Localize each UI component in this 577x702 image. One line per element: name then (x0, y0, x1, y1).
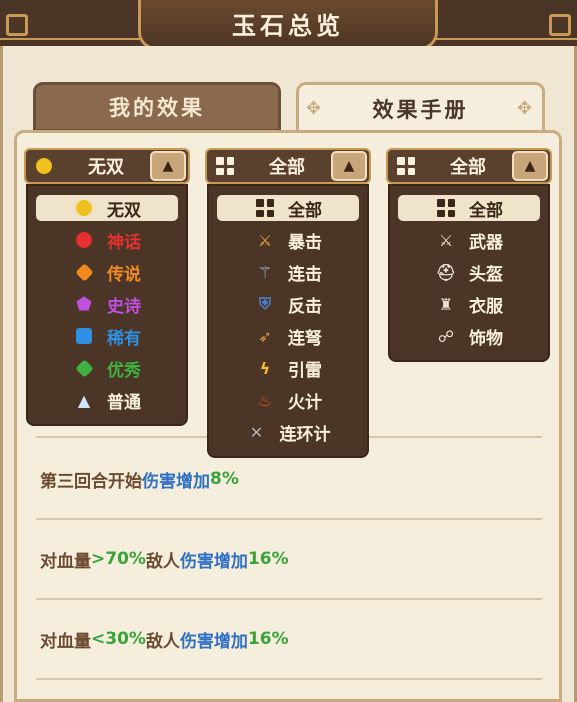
effect-text: 伤害增加 (179, 631, 248, 652)
option-label: 连弩 (288, 328, 322, 349)
option-label: 反击 (288, 296, 322, 317)
option-label: 暴击 (288, 232, 322, 253)
effect-value: >70% (91, 549, 146, 569)
armor-icon: ♜ (438, 294, 454, 314)
equipment-option[interactable]: ☍ 饰物 (398, 320, 540, 352)
rarity-option[interactable]: 传说 (36, 256, 178, 288)
effect-value: <30% (91, 629, 146, 649)
option-label: 连环计 (279, 424, 331, 445)
effect-type-dropdown-label: 全部 (269, 157, 305, 178)
effect-row: 对血量 <30% 敌人 伤害增加 16% (36, 600, 542, 680)
effect-text: 敌人 (145, 631, 180, 652)
equipment-option[interactable]: ♜ 衣服 (398, 288, 540, 320)
equipment-option[interactable]: 全部 (398, 195, 540, 221)
combo-icon: ⚚ (257, 262, 273, 282)
rarity-dropdown-label: 无双 (88, 157, 124, 178)
purple-gem-icon: ⬟ (76, 293, 92, 315)
counter-icon: ⛨ (258, 294, 271, 313)
sword-icon: ⚔ (438, 230, 454, 250)
effect-row: 对血量 >70% 敌人 伤害增加 16% (36, 520, 542, 600)
lightning-icon: ϟ (259, 358, 271, 378)
knot-ornament-icon: ✥ (516, 98, 536, 119)
chevron-up-icon[interactable]: ▲ (331, 151, 367, 181)
equipment-option[interactable]: ⛑ 头盔 (398, 256, 540, 288)
effect-text: 敌人 (145, 551, 180, 572)
effect-type-dropdown[interactable]: 全部 ▲ (205, 148, 371, 184)
chain-icon: ✕ (249, 422, 264, 442)
rarity-option[interactable]: 优秀 (36, 352, 178, 384)
blue-gem-icon (73, 325, 95, 347)
option-label: 优秀 (107, 360, 141, 381)
option-label: 稀有 (107, 328, 141, 349)
option-label: 连击 (288, 264, 322, 285)
effect-text: 伤害增加 (142, 471, 210, 492)
red-gem-icon (73, 229, 95, 251)
fire-icon: ♨ (257, 390, 273, 410)
rarity-option[interactable]: 神话 (36, 224, 178, 256)
rarity-menu: 无双 神话 传说 ⬟ 史诗 稀有 优秀 ▲ 普通 (26, 184, 188, 426)
yellow-gem-icon (73, 197, 95, 219)
effect-type-option[interactable]: ⚚ 连击 (217, 256, 359, 288)
orange-gem-icon (73, 261, 95, 283)
equipment-dropdown-label: 全部 (450, 157, 486, 178)
effect-text: 对血量 (40, 551, 91, 572)
effect-type-option[interactable]: ♨ 火计 (217, 384, 359, 416)
helmet-icon: ⛑ (435, 262, 457, 282)
grid-icon (435, 197, 457, 219)
grid-icon (254, 197, 276, 219)
effect-value: 8% (210, 469, 239, 489)
effect-type-option[interactable]: ϟ 引雷 (217, 352, 359, 384)
effect-type-option[interactable]: ➶ 连弩 (217, 320, 359, 352)
white-gem-icon: ▲ (77, 390, 91, 410)
corner-ornament-left (6, 14, 28, 36)
option-label: 饰物 (469, 328, 503, 349)
equipment-option[interactable]: ⚔ 武器 (398, 224, 540, 256)
option-label: 头盔 (469, 264, 503, 285)
equipment-dropdown[interactable]: 全部 ▲ (386, 148, 552, 184)
effect-text: 对血量 (40, 631, 91, 652)
option-label: 全部 (288, 200, 322, 221)
equipment-menu: 全部 ⚔ 武器 ⛑ 头盔 ♜ 衣服 ☍ 饰物 (388, 184, 550, 362)
effect-value: 16% (247, 549, 289, 569)
page-title: 玉石总览 (138, 0, 438, 50)
grid-icon (388, 151, 424, 181)
effect-type-menu: 全部 ⚔ 暴击 ⚚ 连击 ⛨ 反击 ➶ 连弩 ϟ 引雷 ♨ 火计 ✕ 连环计 (207, 184, 369, 458)
option-label: 史诗 (107, 296, 141, 317)
tab-effect-handbook[interactable]: ✥ 效果手册 ✥ (296, 82, 545, 132)
option-label: 火计 (288, 392, 322, 413)
option-label: 全部 (469, 200, 503, 221)
accessory-icon: ☍ (437, 326, 455, 346)
option-label: 衣服 (469, 296, 503, 317)
rarity-option[interactable]: ▲ 普通 (36, 384, 178, 416)
effect-type-option[interactable]: ⚔ 暴击 (217, 224, 359, 256)
tab-label: 效果手册 (372, 97, 469, 122)
knot-ornament-icon: ✥ (305, 98, 325, 119)
chevron-up-icon[interactable]: ▲ (512, 151, 548, 181)
option-label: 神话 (107, 232, 141, 253)
option-label: 传说 (107, 264, 141, 285)
chevron-up-icon[interactable]: ▲ (150, 151, 186, 181)
rarity-option[interactable]: 无双 (36, 195, 178, 221)
effect-value: 16% (247, 629, 289, 649)
green-gem-icon (73, 357, 95, 379)
option-label: 无双 (107, 200, 141, 221)
effect-type-option[interactable]: ⛨ 反击 (217, 288, 359, 320)
crossbow-icon: ➶ (258, 326, 272, 346)
option-label: 武器 (469, 232, 503, 253)
rarity-dropdown[interactable]: 无双 ▲ (24, 148, 190, 184)
rarity-option[interactable]: ⬟ 史诗 (36, 288, 178, 320)
effect-type-option[interactable]: 全部 (217, 195, 359, 221)
effect-type-option[interactable]: ✕ 连环计 (217, 416, 359, 448)
corner-ornament-right (549, 14, 571, 36)
tab-my-effects[interactable]: 我的效果 (33, 82, 281, 132)
option-label: 普通 (107, 392, 141, 413)
option-label: 引雷 (288, 360, 322, 381)
effect-text: 伤害增加 (179, 551, 248, 572)
rarity-option[interactable]: 稀有 (36, 320, 178, 352)
critical-strike-icon: ⚔ (257, 230, 273, 250)
grid-icon (207, 151, 243, 181)
effect-text: 第三回合开始 (40, 471, 142, 492)
yellow-gem-icon (26, 151, 62, 181)
